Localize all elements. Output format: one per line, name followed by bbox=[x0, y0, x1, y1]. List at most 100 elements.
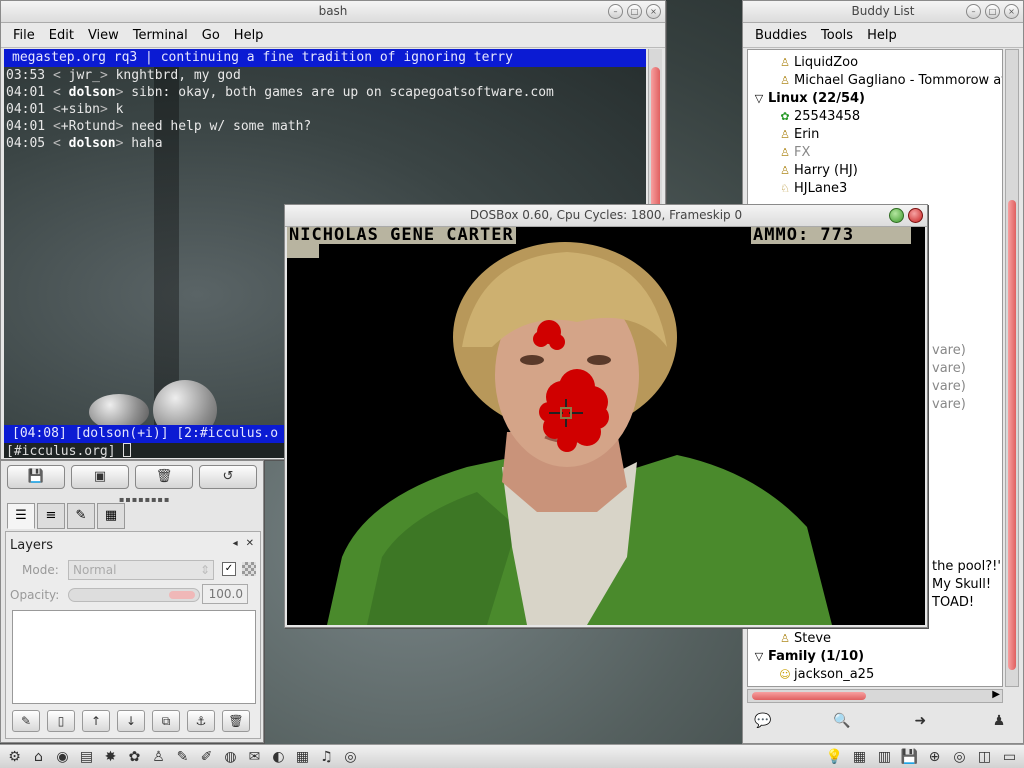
buddy-item[interactable]: ♙ LiquidZoo bbox=[778, 54, 858, 72]
buddy-title: Buddy List bbox=[851, 4, 915, 18]
paths-tab-icon[interactable]: ✎ bbox=[67, 503, 95, 529]
channels-tab-icon[interactable]: ≡ bbox=[37, 503, 65, 529]
chat-icon[interactable]: ➜ bbox=[908, 709, 932, 733]
keep-transparency-checkbox[interactable]: ✓ bbox=[222, 562, 236, 576]
edit-layer-icon[interactable]: ✎ bbox=[12, 710, 40, 732]
show-desktop-icon[interactable]: ▭ bbox=[999, 747, 1020, 767]
buddy-item[interactable]: ♙ FX bbox=[778, 144, 810, 162]
menu-help[interactable]: Help bbox=[861, 26, 903, 45]
reset-icon[interactable]: ↺ bbox=[199, 465, 257, 489]
menu-go[interactable]: Go bbox=[196, 26, 226, 45]
send-im-icon[interactable]: 💬 bbox=[751, 709, 775, 733]
cd-icon[interactable]: ◎ bbox=[340, 747, 361, 767]
home-icon[interactable]: ⌂ bbox=[28, 747, 49, 767]
terminal-titlebar[interactable]: bash – □ × bbox=[1, 1, 665, 23]
gimp-icon[interactable]: ✿ bbox=[124, 747, 145, 767]
volume-icon[interactable]: ◫ bbox=[974, 747, 995, 767]
text-editor-icon[interactable]: ✐ bbox=[196, 747, 217, 767]
disc-icon[interactable]: ◎ bbox=[949, 747, 970, 767]
maximize-button[interactable]: □ bbox=[985, 4, 1000, 19]
camera-icon[interactable]: ◉ bbox=[52, 747, 73, 767]
menu-buddies[interactable]: Buddies bbox=[749, 26, 813, 45]
nick-close: > bbox=[99, 102, 108, 117]
buddy-name: jackson_a25 bbox=[794, 667, 875, 682]
raise-layer-icon[interactable]: ↑ bbox=[82, 710, 110, 732]
menu-view[interactable]: View bbox=[82, 26, 125, 45]
buddy-item[interactable]: ✿ 25543458 bbox=[778, 108, 860, 126]
scroll-right-icon[interactable]: ▶ bbox=[992, 689, 1000, 700]
menu-edit[interactable]: Edit bbox=[43, 26, 80, 45]
mode-select[interactable]: Normal bbox=[68, 560, 214, 580]
lower-layer-icon[interactable]: ↓ bbox=[117, 710, 145, 732]
buddy-group[interactable]: ▽ Linux (22/54) bbox=[752, 90, 865, 108]
panel-close-icon[interactable]: ✕ bbox=[246, 538, 254, 549]
gimp-layers-dock: 💾 ▣ 🗑 ↺ ▪▪▪▪▪▪▪▪ ☰ ≡ ✎ ▦ Layers ◂ ✕ Mode… bbox=[0, 460, 264, 743]
pager-icon[interactable]: ▥ bbox=[874, 747, 895, 767]
dock-grip[interactable]: ▪▪▪▪▪▪▪▪ bbox=[119, 495, 170, 504]
blender-icon[interactable]: ◐ bbox=[268, 747, 289, 767]
layers-list[interactable] bbox=[12, 610, 256, 704]
template-icon[interactable]: ▣ bbox=[71, 465, 129, 489]
globe-icon[interactable]: ◍ bbox=[220, 747, 241, 767]
network-icon[interactable]: ⊕ bbox=[924, 747, 945, 767]
minimize-button[interactable]: – bbox=[966, 4, 981, 19]
dosbox-titlebar[interactable]: DOSBox 0.60, Cpu Cycles: 1800, Frameskip… bbox=[285, 205, 927, 227]
buddy-titlebar[interactable]: Buddy List – □ × bbox=[743, 1, 1023, 23]
firefox-icon[interactable]: ✸ bbox=[100, 747, 121, 767]
menu-terminal[interactable]: Terminal bbox=[127, 26, 194, 45]
main-menu-icon[interactable]: ⚙ bbox=[4, 747, 25, 767]
scrollbar-thumb[interactable] bbox=[1008, 200, 1016, 670]
buddy-scrollbar[interactable] bbox=[1005, 49, 1019, 687]
maximize-button[interactable]: □ bbox=[627, 4, 642, 19]
buddy-name: FX bbox=[794, 145, 811, 160]
mail-icon[interactable]: ✉ bbox=[244, 747, 265, 767]
scrollbar-thumb[interactable] bbox=[752, 692, 866, 700]
new-layer-icon[interactable]: ▯ bbox=[47, 710, 75, 732]
message-text: k bbox=[107, 102, 124, 117]
aim-person-icon: ♙ bbox=[780, 632, 790, 645]
panel-menu-icon[interactable]: ◂ bbox=[233, 538, 238, 549]
trash-icon[interactable]: 🗑 bbox=[135, 465, 193, 489]
get-info-icon[interactable]: 🔍 bbox=[830, 709, 854, 733]
close-button[interactable]: × bbox=[1004, 4, 1019, 19]
buddy-group[interactable]: ▽ Family (1/10) bbox=[752, 648, 864, 666]
minimize-button[interactable]: – bbox=[608, 4, 623, 19]
delete-layer-icon[interactable]: 🗑 bbox=[222, 710, 250, 732]
anchor-layer-icon[interactable]: ⚓ bbox=[187, 710, 215, 732]
notes-icon[interactable]: ✎ bbox=[172, 747, 193, 767]
aim-icon[interactable]: ♙ bbox=[148, 747, 169, 767]
expander-icon[interactable]: ▽ bbox=[752, 90, 766, 108]
music-icon[interactable]: ♫ bbox=[316, 747, 337, 767]
slider-knob[interactable] bbox=[169, 591, 195, 599]
away-icon[interactable]: ♟ bbox=[987, 709, 1011, 733]
save-icon[interactable]: 💾 bbox=[7, 465, 65, 489]
buddy-item[interactable]: ☺ jackson_a25 bbox=[778, 666, 874, 684]
terminal-icon[interactable]: ▤ bbox=[76, 747, 97, 767]
calculator-icon[interactable]: ▦ bbox=[849, 747, 870, 767]
buddy-hscrollbar[interactable]: ▶ bbox=[747, 689, 1003, 703]
media-icon[interactable]: ▦ bbox=[292, 747, 313, 767]
buddy-item[interactable]: ♘ HJLane3 bbox=[778, 180, 847, 198]
lightbulb-icon[interactable]: 💡 bbox=[824, 747, 845, 767]
message-text: need help w/ some math? bbox=[123, 119, 312, 134]
menu-tools[interactable]: Tools bbox=[815, 26, 859, 45]
layers-tab-icon[interactable]: ☰ bbox=[7, 503, 35, 529]
buddy-item[interactable]: ♙ Erin bbox=[778, 126, 819, 144]
maximize-button[interactable] bbox=[889, 208, 904, 223]
patterns-tab-icon[interactable]: ▦ bbox=[97, 503, 125, 529]
buddy-name: Michael Gagliano - Tommorow at bbox=[794, 73, 1003, 88]
buddy-item[interactable]: ♙ Harry (HJ) bbox=[778, 162, 858, 180]
duplicate-layer-icon[interactable]: ⧉ bbox=[152, 710, 180, 732]
buddy-item[interactable]: ♙ Michael Gagliano - Tommorow at bbox=[778, 72, 1003, 90]
opacity-spinbox[interactable]: 100.0 bbox=[202, 584, 248, 604]
close-button[interactable]: × bbox=[646, 4, 661, 19]
game-screen[interactable]: NICHOLAS GENE CARTER AMMO: 773 bbox=[287, 227, 925, 625]
save-icon[interactable]: 💾 bbox=[899, 747, 920, 767]
close-button[interactable] bbox=[908, 208, 923, 223]
opacity-label: Opacity: bbox=[10, 588, 60, 602]
opacity-slider[interactable] bbox=[68, 588, 200, 602]
menu-file[interactable]: File bbox=[7, 26, 41, 45]
expander-icon[interactable]: ▽ bbox=[752, 648, 766, 666]
buddy-item[interactable]: ♙ Steve bbox=[778, 630, 831, 648]
menu-help[interactable]: Help bbox=[228, 26, 270, 45]
